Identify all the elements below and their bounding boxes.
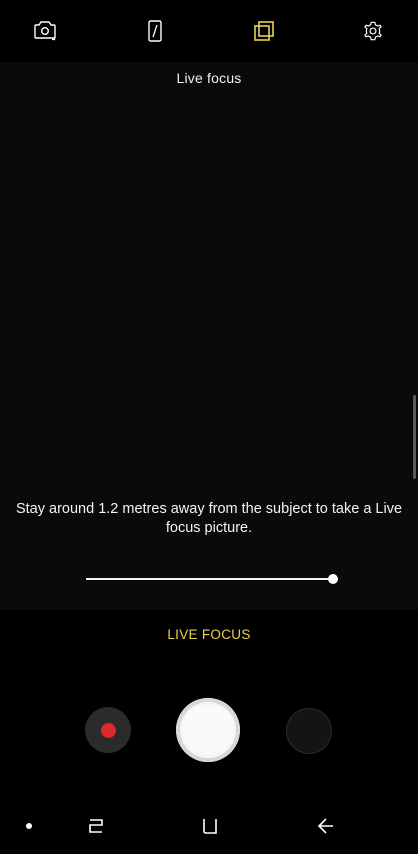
record-icon (100, 722, 116, 738)
switch-camera-icon[interactable] (32, 18, 58, 44)
home-icon[interactable] (198, 814, 222, 838)
recent-apps-icon[interactable] (84, 814, 108, 838)
back-icon[interactable] (313, 814, 337, 838)
mode-label[interactable]: LIVE FOCUS (0, 627, 418, 642)
shutter-inner (183, 705, 233, 755)
slider-thumb[interactable] (328, 574, 338, 584)
blur-slider[interactable] (86, 571, 338, 587)
record-button[interactable] (85, 707, 131, 753)
settings-icon[interactable] (360, 18, 386, 44)
mode-title: Live focus (176, 70, 242, 86)
slider-track (86, 578, 332, 580)
shutter-button[interactable] (176, 698, 240, 762)
effects-icon[interactable] (251, 18, 277, 44)
aspect-ratio-icon[interactable] (142, 18, 168, 44)
navigation-bar (0, 798, 418, 854)
dot-indicator-icon (24, 814, 34, 838)
distance-hint: Stay around 1.2 metres away from the sub… (15, 501, 403, 536)
camera-top-bar (0, 0, 418, 62)
gallery-thumbnail-button[interactable] (286, 708, 332, 754)
scroll-indicator (413, 395, 416, 479)
